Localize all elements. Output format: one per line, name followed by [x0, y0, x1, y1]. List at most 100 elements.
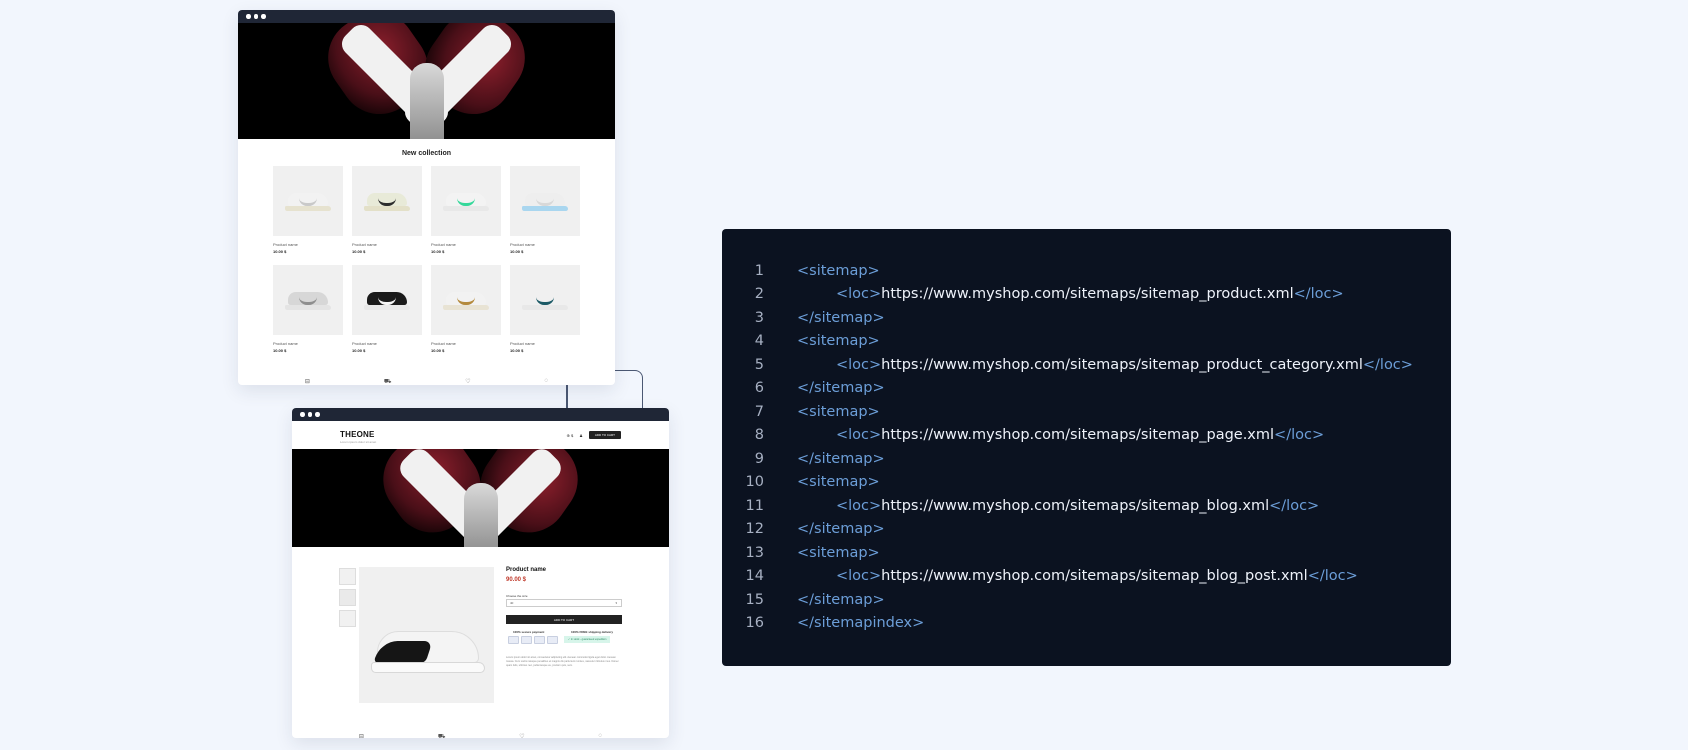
footer-icon[interactable]: ⛟ — [438, 733, 446, 738]
product-card[interactable]: Product name 10.00 $ — [352, 166, 422, 254]
product-price: 10.00 $ — [352, 348, 366, 353]
code-line: 1 <sitemap> — [722, 259, 1451, 283]
window-dot-icon[interactable] — [307, 412, 312, 417]
sneaker-icon — [522, 290, 568, 310]
line-number: 16 — [745, 615, 764, 632]
code-line: 13 <sitemap> — [722, 541, 1451, 565]
product-card[interactable]: Product name 10.00 $ — [510, 265, 580, 353]
xml-tag-open: <sitemap> — [797, 333, 880, 350]
hero-banner — [292, 449, 669, 547]
product-card[interactable]: Product name 10.00 $ — [431, 166, 501, 254]
stock-badge: ✓ In stock - guaranteed expedition — [564, 636, 611, 643]
line-number: 9 — [754, 450, 764, 467]
product-image[interactable] — [510, 166, 580, 236]
code-line: 10 <sitemap> — [722, 471, 1451, 495]
code-content: </sitemap> — [764, 592, 885, 608]
code-content: <sitemap> — [764, 474, 880, 490]
sneaker-sole — [522, 305, 568, 310]
line-number: 13 — [745, 544, 764, 561]
footer-icons: ⊟ ⛟ ♡ ◌ — [322, 733, 639, 738]
window-titlebar — [292, 408, 669, 421]
footer-icon[interactable]: ⛟ — [384, 378, 392, 385]
xml-tag-close: </loc> — [1293, 286, 1344, 303]
sneaker-icon — [443, 290, 489, 310]
footer-icon[interactable]: ♡ — [519, 733, 524, 738]
thumbnail[interactable] — [339, 589, 356, 606]
payment-card-icon — [534, 636, 545, 644]
thumbnail[interactable] — [339, 568, 356, 585]
payment-card-icon — [547, 636, 558, 644]
xml-tag-open: <sitemap> — [797, 474, 880, 491]
product-name: Product name — [510, 242, 535, 247]
xml-url-text[interactable]: https://www.myshop.com/sitemaps/sitemap_… — [881, 427, 1274, 443]
code-content: </sitemap> — [764, 310, 885, 326]
xml-tag-open: <sitemap> — [797, 544, 880, 561]
xml-tag-close: </loc> — [1274, 427, 1325, 444]
product-image[interactable] — [352, 166, 422, 236]
product-card[interactable]: Product name 10.00 $ — [273, 166, 343, 254]
product-image[interactable] — [431, 265, 501, 335]
window-dot-icon[interactable] — [253, 14, 258, 19]
product-thumbnails — [339, 568, 356, 627]
footer-icon[interactable]: ◌ — [544, 378, 548, 385]
thumbnail[interactable] — [339, 610, 356, 627]
code-content: <sitemap> — [764, 263, 880, 279]
product-image[interactable] — [431, 166, 501, 236]
window-dot-icon[interactable] — [261, 14, 266, 19]
product-card[interactable]: Product name 10.00 $ — [431, 265, 501, 353]
site-header: THEONE Lorem ipsum dolor sit amet ⊕ $ ♟ … — [292, 421, 669, 449]
xml-tag-open: </sitemap> — [797, 309, 885, 326]
product-name: Product name — [273, 242, 298, 247]
currency-selector[interactable]: ⊕ $ — [567, 433, 574, 438]
product-card[interactable]: Product name 10.00 $ — [352, 265, 422, 353]
code-content: <loc>https://www.myshop.com/sitemaps/sit… — [764, 427, 1324, 443]
sneaker-icon — [285, 290, 331, 310]
window-dot-icon[interactable] — [315, 412, 320, 417]
code-line: 15 </sitemap> — [722, 588, 1451, 612]
line-number: 8 — [754, 427, 764, 444]
product-name: Product name — [431, 341, 456, 346]
product-image[interactable] — [273, 265, 343, 335]
hero-center-shoe — [464, 483, 498, 547]
window-dot-icon[interactable] — [300, 412, 305, 417]
footer-icon[interactable]: ♡ — [465, 378, 470, 385]
xml-url-text[interactable]: https://www.myshop.com/sitemaps/sitemap_… — [881, 286, 1293, 302]
xml-tag-open: <sitemap> — [797, 403, 880, 420]
code-line: 14 <loc>https://www.myshop.com/sitemaps/s… — [722, 565, 1451, 589]
product-name: Product name — [273, 341, 298, 346]
product-price: 90.00 $ — [506, 577, 527, 583]
user-icon[interactable]: ♟ — [579, 433, 583, 438]
payment-card-icon — [508, 636, 519, 644]
add-to-cart-button[interactable]: ADD TO CART — [506, 615, 622, 624]
xml-tag-open: </sitemapindex> — [797, 615, 925, 632]
header-cart-button[interactable]: ADD TO CART — [588, 431, 621, 439]
product-card[interactable]: Product name 10.00 $ — [273, 265, 343, 353]
code-content: </sitemap> — [764, 451, 885, 467]
code-line: 4 <sitemap> — [722, 330, 1451, 354]
product-image[interactable] — [273, 166, 343, 236]
footer-icon[interactable]: ⊟ — [305, 378, 310, 385]
footer-icon[interactable]: ⊟ — [359, 733, 364, 738]
product-price: 10.00 $ — [273, 348, 287, 353]
xml-tag-open: <loc> — [836, 427, 882, 444]
xml-tag-open: </sitemap> — [797, 380, 885, 397]
code-content: <sitemap> — [764, 545, 880, 561]
xml-tag-open: <loc> — [836, 356, 882, 373]
xml-url-text[interactable]: https://www.myshop.com/sitemaps/sitemap_… — [881, 357, 1363, 373]
brand-logo[interactable]: THEONE — [340, 430, 375, 439]
product-grid: Product name 10.00 $ Product name 10.00 $ Pr… — [273, 166, 580, 353]
product-price: 10.00 $ — [431, 348, 445, 353]
sneaker-sole — [443, 305, 489, 310]
size-select[interactable]: 40 ▾ — [506, 599, 622, 607]
xml-url-text[interactable]: https://www.myshop.com/sitemaps/sitemap_… — [881, 498, 1269, 514]
product-image[interactable] — [510, 265, 580, 335]
sneaker-sole — [364, 305, 410, 310]
product-image[interactable] — [352, 265, 422, 335]
code-line: 11 <loc>https://www.myshop.com/sitemaps/s… — [722, 494, 1451, 518]
brand-tagline: Lorem ipsum dolor sit amet — [340, 440, 377, 444]
window-dot-icon[interactable] — [246, 14, 251, 19]
product-card[interactable]: Product name 10.00 $ — [510, 166, 580, 254]
xml-url-text[interactable]: https://www.myshop.com/sitemaps/sitemap_… — [881, 568, 1308, 584]
payment-card-icon — [521, 636, 532, 644]
footer-icon[interactable]: ◌ — [598, 733, 602, 738]
